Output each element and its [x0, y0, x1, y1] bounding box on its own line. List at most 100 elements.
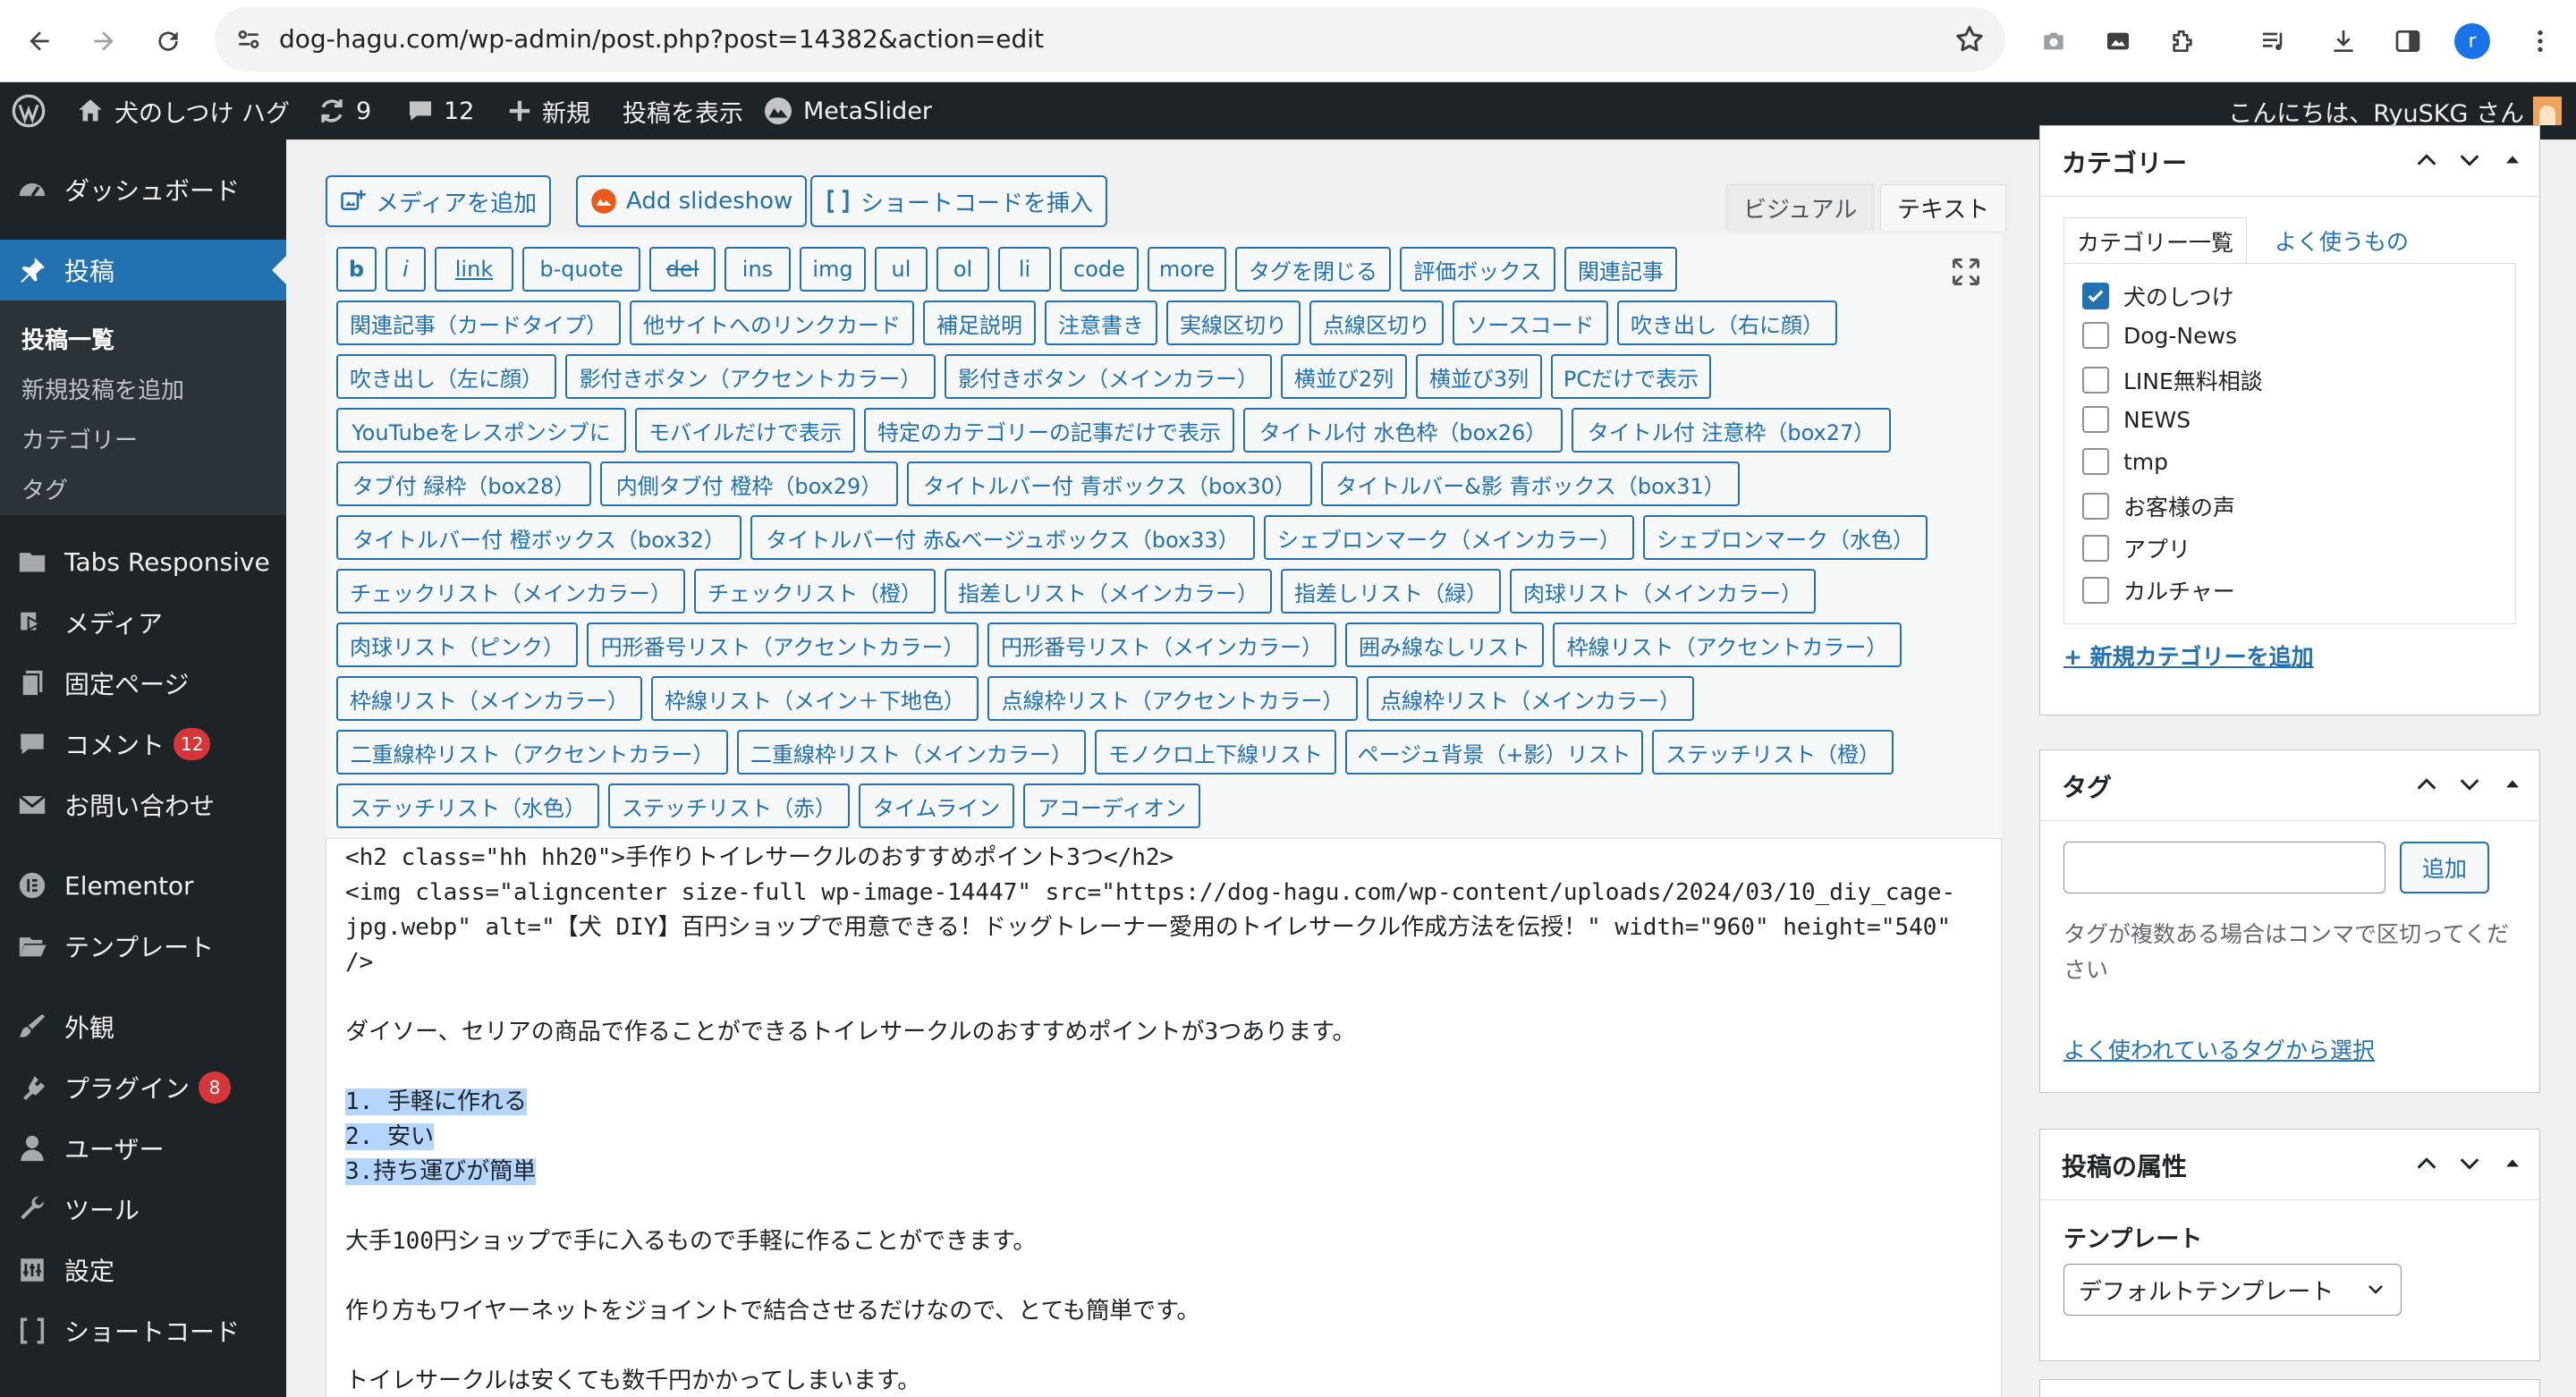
bookmark-star-icon[interactable] — [1953, 23, 1986, 55]
quicktag-button[interactable]: 点線区切り — [1309, 301, 1444, 345]
quicktag-button[interactable]: 指差しリスト（メインカラー） — [945, 569, 1272, 614]
view-post-link[interactable]: 投稿を表示 — [623, 82, 743, 140]
side-panel-icon[interactable] — [2386, 20, 2429, 63]
media-controls-icon[interactable] — [2252, 20, 2295, 63]
menu-posts[interactable]: 投稿 — [0, 240, 286, 301]
quicktag-button[interactable]: ソースコード — [1453, 301, 1608, 345]
tag-input[interactable] — [2063, 842, 2385, 893]
quicktag-button[interactable]: 吹き出し（右に顔） — [1617, 301, 1837, 345]
wordpress-logo-icon[interactable] — [11, 82, 47, 140]
quicktag-button[interactable]: ステッチリスト（赤） — [608, 783, 850, 828]
submenu-tags[interactable]: タグ — [21, 472, 68, 505]
forward-icon[interactable] — [82, 20, 125, 63]
category-checkbox[interactable] — [2082, 322, 2109, 349]
add-media-button[interactable]: メディアを追加 — [326, 175, 552, 227]
editor-textarea[interactable]: <h2 class="hh hh20">手作りトイレサークルのおすすめポイント3… — [345, 841, 1991, 1397]
address-bar[interactable]: dog-hagu.com/wp-admin/post.php?post=1438… — [215, 7, 2005, 72]
quicktag-button[interactable]: シェブロンマーク（メインカラー） — [1264, 515, 1634, 560]
quicktag-button[interactable]: ul — [875, 247, 928, 292]
menu-tools[interactable]: ツール — [0, 1179, 286, 1240]
quicktag-button[interactable]: タイトルバー付 橙ボックス（box32） — [336, 515, 741, 560]
quicktag-button[interactable]: li — [998, 247, 1051, 292]
menu-pages[interactable]: 固定ページ — [0, 653, 286, 714]
comments-link[interactable]: 12 — [406, 82, 474, 140]
quicktag-button[interactable]: PCだけで表示 — [1551, 354, 1711, 399]
quicktag-button[interactable]: ol — [936, 247, 989, 292]
add-slideshow-button[interactable]: Add slideshow — [576, 175, 808, 227]
quicktag-button[interactable]: 補足説明 — [923, 301, 1036, 345]
quicktag-button[interactable]: 特定のカテゴリーの記事だけで表示 — [864, 408, 1234, 453]
extensions-icon[interactable] — [2161, 20, 2204, 63]
quicktag-button[interactable]: more — [1148, 247, 1226, 292]
submenu-categories[interactable]: カテゴリー — [21, 422, 138, 455]
submenu-add-new[interactable]: 新規投稿を追加 — [21, 372, 184, 405]
submenu-all-posts[interactable]: 投稿一覧 — [21, 322, 114, 355]
quicktag-button[interactable]: code — [1060, 247, 1139, 292]
site-name-link[interactable]: 犬のしつけ ハグ — [75, 82, 290, 140]
menu-appearance[interactable]: 外観 — [0, 996, 286, 1057]
menu-elementor[interactable]: Elementor — [0, 855, 286, 916]
quicktag-button[interactable]: 二重線枠リスト（アクセントカラー） — [336, 730, 728, 775]
quicktag-button[interactable]: 横並び2列 — [1281, 354, 1407, 399]
category-checkbox[interactable] — [2082, 493, 2109, 520]
quicktag-button[interactable]: タイトル付 注意枠（box27） — [1572, 408, 1891, 453]
quicktag-button[interactable]: b — [336, 247, 377, 292]
quicktag-button[interactable]: 点線枠リスト（アクセントカラー） — [987, 676, 1358, 721]
quicktag-button[interactable]: シェブロンマーク（水色） — [1643, 515, 1928, 560]
quicktag-button[interactable]: タイトルバー&影 青ボックス（box31） — [1321, 461, 1740, 506]
quicktag-button[interactable]: タイムライン — [859, 783, 1014, 828]
add-tag-button[interactable]: 追加 — [2400, 842, 2489, 893]
metaslider-link[interactable]: MetaSlider — [762, 82, 932, 140]
category-item[interactable]: tmp — [2082, 448, 2168, 475]
quicktag-button[interactable]: 他サイトへのリンクカード — [630, 301, 914, 345]
category-item[interactable]: カルチャー — [2082, 574, 2235, 606]
insert-shortcode-button[interactable]: ショートコードを挿入 — [810, 175, 1108, 227]
quicktag-button[interactable]: 枠線リスト（アクセントカラー） — [1553, 622, 1902, 667]
template-select[interactable]: デフォルトテンプレート — [2063, 1264, 2402, 1316]
category-item[interactable]: アプリ — [2082, 532, 2190, 564]
quicktag-button[interactable]: 影付きボタン（メインカラー） — [945, 354, 1272, 399]
more-menu-icon[interactable] — [2519, 20, 2562, 63]
quicktag-button[interactable]: 円形番号リスト（アクセントカラー） — [587, 622, 979, 667]
menu-contact[interactable]: お問い合わせ — [0, 775, 286, 835]
menu-shortcode[interactable]: ショートコード — [0, 1300, 286, 1361]
quicktag-button[interactable]: 肉球リスト（メインカラー） — [1510, 569, 1816, 614]
quicktag-button[interactable]: 円形番号リスト（メインカラー） — [987, 622, 1336, 667]
quicktag-button[interactable]: ステッチリスト（水色） — [336, 783, 599, 828]
category-item[interactable]: お客様の声 — [2082, 490, 2235, 522]
category-checkbox[interactable] — [2082, 283, 2109, 309]
site-settings-icon[interactable] — [234, 25, 263, 54]
category-item[interactable]: 犬のしつけ — [2082, 280, 2234, 312]
quicktag-button[interactable]: タグを閉じる — [1235, 247, 1391, 292]
category-checkbox[interactable] — [2082, 577, 2109, 604]
quicktag-button[interactable]: 内側タブ付 橙枠（box29） — [600, 461, 898, 506]
quicktag-button[interactable]: 評価ボックス — [1400, 247, 1555, 292]
category-item[interactable]: LINE無料相談 — [2082, 364, 2263, 396]
tab-text[interactable]: テキスト — [1880, 184, 2007, 231]
quicktag-button[interactable]: 肉球リスト（ピンク） — [336, 622, 578, 667]
tab-popular-categories[interactable]: よく使うもの — [2266, 217, 2418, 264]
quicktag-button[interactable]: 吹き出し（左に顔） — [336, 354, 556, 399]
quicktag-button[interactable]: 注意書き — [1045, 301, 1157, 345]
category-checkbox[interactable] — [2082, 406, 2109, 433]
quicktag-button[interactable]: 横並び3列 — [1416, 354, 1542, 399]
quicktag-button[interactable]: タイトルバー付 青ボックス（box30） — [907, 461, 1312, 506]
tab-visual[interactable]: ビジュアル — [1726, 184, 1875, 231]
quicktag-button[interactable]: 関連記事（カードタイプ） — [336, 301, 621, 345]
download-icon[interactable] — [2322, 20, 2365, 63]
quicktag-button[interactable]: 関連記事 — [1564, 247, 1677, 292]
quicktag-button[interactable]: YouTubeをレスポンシブに — [336, 408, 626, 453]
quicktag-button[interactable]: ページュ背景（+影）リスト — [1345, 730, 1643, 775]
quicktag-button[interactable]: モバイルだけで表示 — [635, 408, 855, 453]
reload-icon[interactable] — [147, 20, 190, 63]
quicktag-button[interactable]: b-quote — [522, 247, 640, 292]
quicktag-button[interactable]: ステッチリスト（橙） — [1652, 730, 1894, 775]
category-checkbox[interactable] — [2082, 367, 2109, 394]
image-icon[interactable] — [2097, 20, 2140, 63]
menu-settings[interactable]: 設定 — [0, 1240, 286, 1300]
quicktag-button[interactable]: 影付きボタン（アクセントカラー） — [565, 354, 936, 399]
new-content-link[interactable]: 新規 — [506, 82, 590, 140]
camera-icon[interactable] — [2032, 20, 2075, 63]
quicktag-button[interactable]: アコーディオン — [1023, 783, 1200, 828]
quicktag-button[interactable]: タイトル付 水色枠（box26） — [1243, 408, 1563, 453]
